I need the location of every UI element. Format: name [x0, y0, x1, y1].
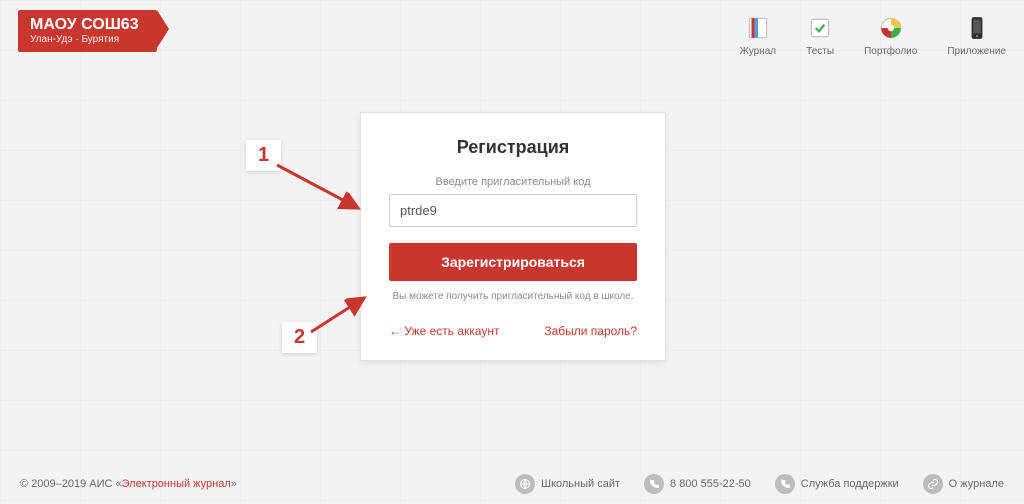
globe-icon	[515, 474, 535, 494]
nav-journal[interactable]: Журнал	[740, 14, 777, 57]
forgot-password-link[interactable]: Забыли пароль?	[544, 324, 637, 338]
footer-copyright: © 2009–2019 АИС «Электронный журнал»	[20, 478, 237, 490]
footer-phone-label: 8 800 555-22-50	[670, 478, 751, 490]
footer-about[interactable]: О журнале	[923, 474, 1004, 494]
phone-small-icon	[644, 474, 664, 494]
panel-links: ← Уже есть аккаунт Забыли пароль?	[389, 324, 637, 338]
portfolio-icon	[877, 14, 905, 42]
nav-portfolio[interactable]: Портфолио	[864, 14, 917, 57]
footer-about-label: О журнале	[949, 478, 1004, 490]
top-nav: Журнал Тесты Портфолио Приложение	[740, 14, 1006, 57]
invite-code-hint: Введите пригласительный код	[389, 176, 637, 188]
registration-panel: Регистрация Введите пригласительный код …	[360, 112, 666, 361]
copyright-link[interactable]: Электронный журнал	[122, 478, 231, 490]
nav-app-label: Приложение	[947, 46, 1006, 57]
footer-links: Школьный сайт 8 800 555-22-50 Служба под…	[515, 474, 1004, 494]
copyright-suffix: »	[231, 478, 237, 490]
copyright-prefix: © 2009–2019 АИС «	[20, 478, 122, 490]
footer-support-label: Служба поддержки	[801, 478, 899, 490]
annotation-arrow-1	[272, 160, 372, 220]
invite-code-input[interactable]	[389, 194, 637, 227]
annotation-number-2: 2	[282, 322, 317, 353]
footer: © 2009–2019 АИС «Электронный журнал» Шко…	[0, 474, 1024, 494]
register-button[interactable]: Зарегистрироваться	[389, 243, 637, 281]
annotation-number-1: 1	[246, 140, 281, 171]
footer-phone[interactable]: 8 800 555-22-50	[644, 474, 751, 494]
brand-subtitle: Улан-Удэ · Бурятия	[30, 34, 139, 46]
nav-tests[interactable]: Тесты	[806, 14, 834, 57]
panel-heading: Регистрация	[389, 137, 637, 158]
brand-title: МАОУ СОШ63	[30, 16, 139, 34]
nav-portfolio-label: Портфолио	[864, 46, 917, 57]
journal-icon	[744, 14, 772, 42]
already-have-account-link[interactable]: ← Уже есть аккаунт	[389, 324, 499, 338]
support-icon	[775, 474, 795, 494]
nav-tests-label: Тесты	[806, 46, 834, 57]
nav-app[interactable]: Приложение	[947, 14, 1006, 57]
invite-code-note: Вы можете получить пригласительный код в…	[389, 291, 637, 302]
nav-journal-label: Журнал	[740, 46, 777, 57]
phone-icon	[963, 14, 991, 42]
footer-school-site[interactable]: Школьный сайт	[515, 474, 620, 494]
footer-school-site-label: Школьный сайт	[541, 478, 620, 490]
footer-support[interactable]: Служба поддержки	[775, 474, 899, 494]
brand-ribbon[interactable]: МАОУ СОШ63 Улан-Удэ · Бурятия	[18, 10, 157, 52]
tests-icon	[806, 14, 834, 42]
link-icon	[923, 474, 943, 494]
